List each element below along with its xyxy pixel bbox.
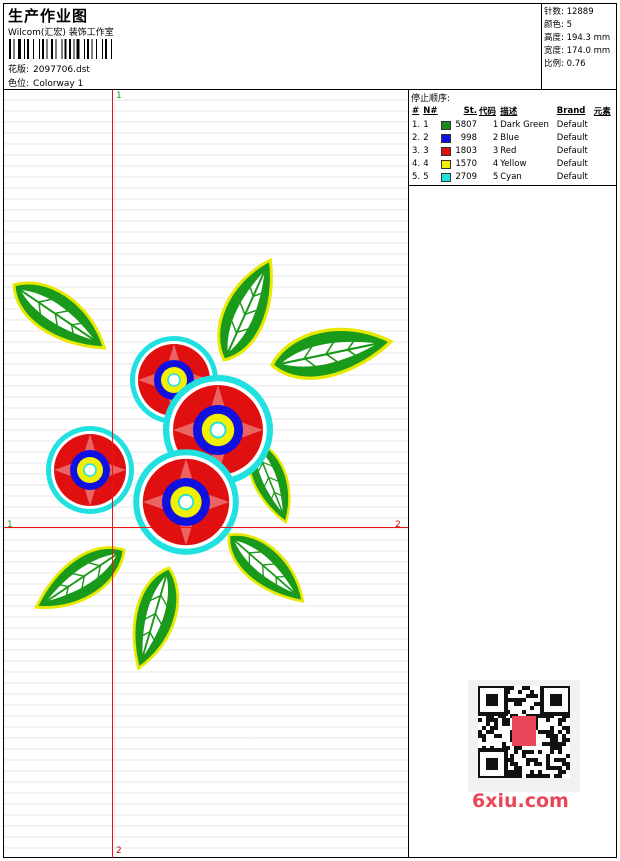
stat-scale: 比例: 0.76	[544, 59, 586, 69]
guide-label-right: 2	[395, 520, 401, 530]
color-swatch	[441, 120, 452, 130]
color-swatch	[441, 159, 452, 169]
guide-label-top: 1	[116, 91, 122, 101]
color-swatch	[441, 146, 452, 156]
vertical-guide-line	[112, 90, 113, 858]
col-code: 代码	[479, 107, 497, 117]
row-element	[593, 131, 614, 144]
col-index: #	[412, 106, 420, 116]
stat-width: 宽度: 174.0 mm	[544, 46, 611, 56]
row-code: 4	[492, 158, 499, 169]
page-title: 生产作业图	[8, 7, 89, 25]
row-stitches: 1570	[440, 157, 478, 170]
row-description: Dark Green	[500, 119, 549, 130]
stat-stitches: 针数: 12889	[544, 7, 594, 17]
row-brand: Default	[556, 158, 588, 169]
row-code: 1	[492, 119, 499, 130]
table-row: 4. 4 1570 4 Yellow Default	[411, 157, 614, 170]
col-brand: Brand	[556, 106, 586, 116]
row-brand: Default	[556, 145, 588, 156]
design-canvas[interactable]: 1 1 2 2	[4, 90, 409, 858]
row-description: Yellow	[500, 158, 527, 169]
stat-height: 高度: 194.3 mm	[544, 33, 611, 43]
row-number: 3	[423, 145, 429, 156]
row-index: 1.	[412, 119, 421, 130]
color-swatch	[441, 133, 452, 143]
col-description: 描述	[500, 107, 518, 117]
company-name: Wilcom(汇宏) 装饰工作室	[8, 28, 114, 38]
row-brand: Default	[556, 171, 588, 182]
row-code: 2	[492, 132, 499, 143]
row-stitches: 998	[440, 131, 478, 144]
row-description: Cyan	[500, 171, 522, 182]
row-stitches: 5807	[440, 118, 478, 131]
row-number: 1	[423, 119, 429, 130]
row-number: 2	[423, 132, 429, 143]
row-code: 3	[492, 145, 499, 156]
header-info: 生产作业图 Wilcom(汇宏) 装饰工作室 花版: 2097706.dst 色位…	[4, 4, 542, 90]
row-description: Blue	[500, 132, 520, 143]
barcode-image	[9, 39, 112, 59]
row-brand: Default	[556, 132, 588, 143]
qr-pattern	[478, 686, 570, 778]
panel-divider	[409, 185, 616, 186]
colorway-line: 色位: Colorway 1	[8, 76, 83, 89]
stop-sequence-table: # N# St. 代码 描述 Brand 元素 1. 1 5807 1 Dark Gre…	[411, 104, 614, 183]
row-stitches: 2709	[440, 170, 478, 183]
row-number: 5	[423, 171, 429, 182]
stop-sequence-title: 停止顺序:	[411, 94, 451, 104]
row-index: 5.	[412, 171, 421, 182]
table-header-row: # N# St. 代码 描述 Brand 元素	[411, 104, 614, 118]
row-index: 2.	[412, 132, 421, 143]
row-index: 4.	[412, 158, 421, 169]
design-label: 花版:	[8, 65, 30, 75]
design-file-line: 花版: 2097706.dst	[8, 62, 90, 75]
design-file-name: 2097706.dst	[33, 65, 90, 75]
table-row: 2. 2 998 2 Blue Default	[411, 131, 614, 144]
row-brand: Default	[556, 119, 588, 130]
col-element: 元素	[593, 107, 611, 117]
color-swatch	[441, 172, 452, 182]
row-element	[593, 170, 614, 183]
row-element	[593, 144, 614, 157]
sheet-header: 生产作业图 Wilcom(汇宏) 装饰工作室 花版: 2097706.dst 色位…	[4, 4, 616, 90]
table-row: 3. 3 1803 3 Red Default	[411, 144, 614, 157]
stat-colors: 颜色: 5	[544, 20, 572, 30]
row-code: 5	[492, 171, 499, 182]
col-number: N#	[423, 106, 438, 116]
guide-label-bottom: 2	[116, 846, 122, 856]
design-stats: 针数: 12889 颜色: 5 高度: 194.3 mm 宽度: 174.0 m…	[542, 4, 616, 90]
guide-label-left: 1	[7, 520, 13, 530]
colorway-label: 色位:	[8, 79, 30, 89]
qr-code-image	[468, 680, 580, 792]
colorway-name: Colorway 1	[33, 79, 84, 89]
row-element	[593, 118, 614, 131]
watermark-logo: 6xiu.com	[472, 790, 569, 812]
row-number: 4	[423, 158, 429, 169]
horizontal-guide-line	[4, 527, 408, 528]
row-stitches: 1803	[440, 144, 478, 157]
table-row: 5. 5 2709 5 Cyan Default	[411, 170, 614, 183]
col-stitches: St.	[463, 106, 477, 116]
row-description: Red	[500, 145, 517, 156]
row-element	[593, 157, 614, 170]
embroidery-artwork	[4, 249, 397, 676]
row-index: 3.	[412, 145, 421, 156]
table-row: 1. 1 5807 1 Dark Green Default	[411, 118, 614, 131]
